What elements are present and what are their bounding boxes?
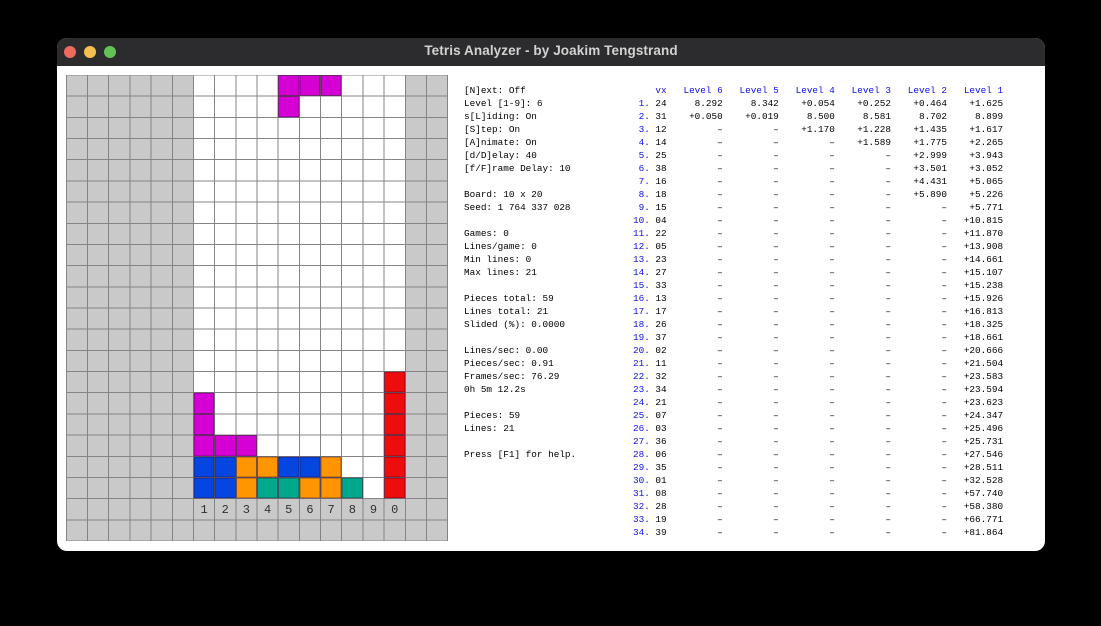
svg-text:6: 6 (306, 503, 313, 517)
svg-text:5: 5 (285, 503, 292, 517)
svg-text:2: 2 (222, 503, 229, 517)
svg-text:3: 3 (243, 503, 250, 517)
svg-text:4: 4 (264, 503, 271, 517)
svg-text:8: 8 (349, 503, 356, 517)
svg-text:0: 0 (391, 503, 398, 517)
svg-text:1: 1 (200, 503, 207, 517)
svg-text:7: 7 (328, 503, 335, 517)
svg-text:9: 9 (370, 503, 377, 517)
